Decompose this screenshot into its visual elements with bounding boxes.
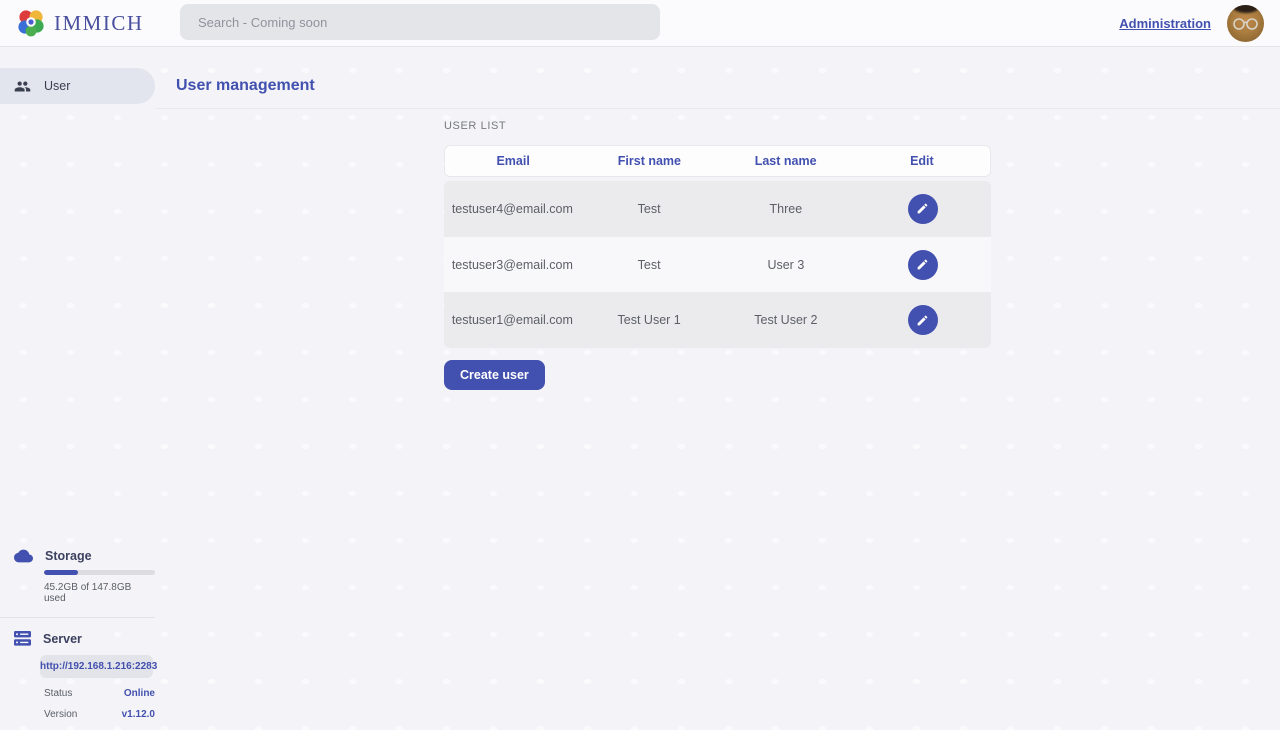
user-table-header: Email First name Last name Edit — [444, 145, 991, 177]
edit-user-button[interactable] — [908, 250, 938, 280]
top-bar: IMMICH Administration — [0, 0, 1280, 47]
sidebar-footer: Storage 45.2GB of 147.8GB used — [0, 549, 155, 720]
server-url: http://192.168.1.216:2283 — [40, 655, 153, 678]
user-email-cell: testuser1@email.com — [444, 313, 581, 327]
administration-link[interactable]: Administration — [1119, 16, 1211, 31]
immich-flower-icon — [16, 8, 46, 38]
table-row: testuser3@email.com Test User 3 — [444, 237, 991, 293]
server-icon — [14, 631, 31, 646]
table-row: testuser4@email.com Test Three — [444, 181, 991, 237]
user-last-name-cell: Three — [718, 202, 855, 216]
column-header-edit: Edit — [854, 154, 990, 168]
column-header-last-name: Last name — [718, 154, 854, 168]
edit-user-button[interactable] — [908, 194, 938, 224]
page-title: User management — [155, 47, 1280, 95]
server-title: Server — [43, 632, 82, 646]
title-divider — [155, 108, 1280, 109]
user-table-body: testuser4@email.com Test Three testuser3… — [444, 181, 991, 348]
cloud-icon — [14, 549, 33, 563]
storage-progress-fill — [44, 570, 78, 575]
user-first-name-cell: Test — [581, 258, 718, 272]
edit-user-button[interactable] — [908, 305, 938, 335]
column-header-first-name: First name — [581, 154, 717, 168]
main-content: User management USER LIST Email First na… — [155, 47, 1280, 730]
user-email-cell: testuser3@email.com — [444, 258, 581, 272]
table-row: testuser1@email.com Test User 1 Test Use… — [444, 292, 991, 348]
pencil-icon — [916, 314, 929, 327]
search-input[interactable] — [180, 4, 660, 40]
pencil-icon — [916, 202, 929, 215]
sidebar-item-user[interactable]: User — [0, 68, 155, 104]
user-email-cell: testuser4@email.com — [444, 202, 581, 216]
sidebar-item-label: User — [44, 79, 70, 93]
user-first-name-cell: Test — [581, 202, 718, 216]
server-version-row: Version v1.12.0 — [44, 709, 155, 720]
user-last-name-cell: User 3 — [718, 258, 855, 272]
user-avatar[interactable] — [1227, 5, 1264, 42]
column-header-email: Email — [445, 154, 581, 168]
section-title: USER LIST — [444, 120, 991, 132]
storage-usage-text: 45.2GB of 147.8GB used — [44, 582, 155, 604]
version-value: v1.12.0 — [122, 709, 155, 720]
brand-name: IMMICH — [54, 11, 144, 36]
status-value: Online — [124, 688, 155, 699]
users-icon — [14, 78, 31, 95]
create-user-button[interactable]: Create user — [444, 360, 545, 390]
user-first-name-cell: Test User 1 — [581, 313, 718, 327]
pencil-icon — [916, 258, 929, 271]
sidebar: User Storage 45.2GB of 147.8GB used — [0, 47, 155, 730]
version-label: Version — [44, 709, 77, 720]
user-last-name-cell: Test User 2 — [718, 313, 855, 327]
status-label: Status — [44, 688, 72, 699]
server-status-row: Status Online — [44, 688, 155, 699]
sidebar-footer-divider — [0, 617, 155, 618]
immich-logo[interactable]: IMMICH — [0, 8, 144, 38]
storage-title: Storage — [45, 549, 92, 563]
storage-progress-bar — [44, 570, 155, 575]
